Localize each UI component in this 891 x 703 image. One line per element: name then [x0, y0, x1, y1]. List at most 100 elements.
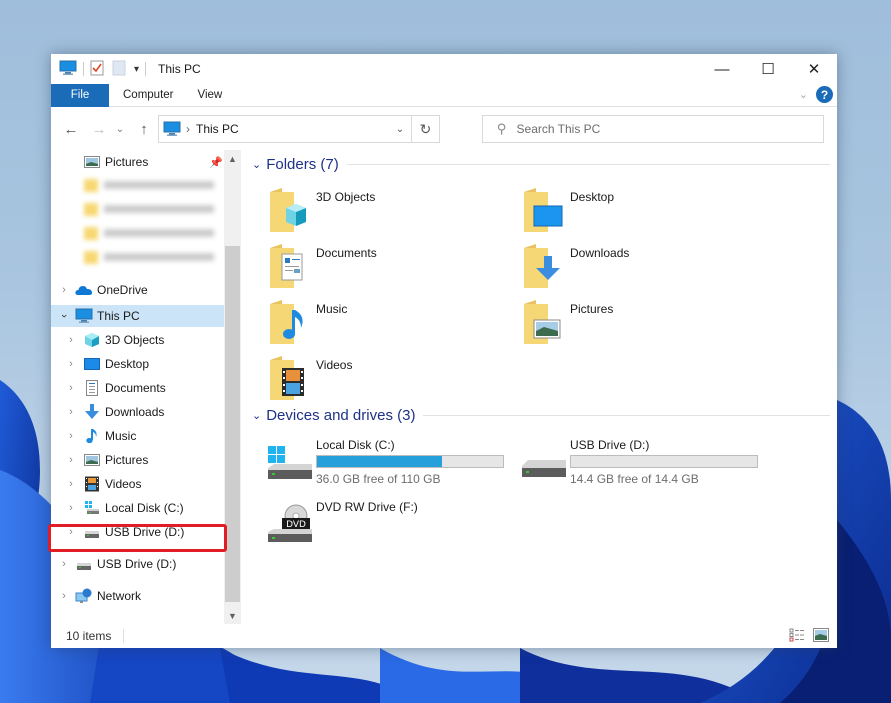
help-button[interactable]: ?	[816, 86, 833, 103]
scroll-up-arrow-icon[interactable]: ▲	[224, 150, 241, 167]
search-box[interactable]: ⚲ Search This PC	[482, 115, 824, 143]
up-button[interactable]: ↑	[133, 114, 155, 144]
sidebar-item-downloads[interactable]: › Downloads	[51, 401, 224, 423]
blurred-item[interactable]	[84, 249, 224, 265]
file-explorer-window: ▾ This PC — ☐ ✕ File Computer View ⌄ ? ←…	[51, 54, 837, 648]
sidebar-item-local-disk-c[interactable]: › Local Disk (C:)	[51, 497, 224, 519]
forward-button[interactable]: →	[87, 114, 111, 144]
minimize-button[interactable]: —	[699, 54, 745, 84]
drive-name: USB Drive (D:)	[570, 438, 650, 452]
folder-documents[interactable]: Documents	[268, 242, 508, 292]
folder-name: Downloads	[570, 246, 630, 260]
expand-chevron-icon[interactable]: ›	[66, 478, 76, 490]
collapse-chevron-icon[interactable]: ›	[58, 311, 70, 321]
customize-dropdown-icon[interactable]: ▾	[134, 64, 139, 75]
drive-usage-bar	[570, 455, 758, 468]
expand-chevron-icon[interactable]: ›	[66, 382, 76, 394]
folder-desktop[interactable]: Desktop	[522, 186, 762, 236]
expand-chevron-icon[interactable]: ›	[66, 334, 76, 346]
drives-group-header[interactable]: ⌄ Devices and drives (3)	[248, 407, 830, 424]
folder-downloads[interactable]: Downloads	[522, 242, 762, 292]
navigation-pane-scrollbar[interactable]: ▲ ▼	[224, 150, 241, 624]
sidebar-item-label: Pictures	[105, 453, 149, 467]
expand-chevron-icon[interactable]: ›	[66, 454, 76, 466]
drive-usb-drive-d[interactable]: USB Drive (D:) 14.4 GB free of 14.4 GB	[520, 438, 770, 488]
folder-name: Music	[316, 302, 348, 316]
folder-pictures[interactable]: Pictures	[522, 298, 762, 348]
expand-chevron-icon[interactable]: ›	[66, 502, 76, 514]
new-folder-icon[interactable]	[112, 60, 126, 79]
quick-access-item-pictures[interactable]: Pictures 📌	[51, 151, 224, 173]
back-button[interactable]: ←	[59, 114, 83, 144]
documents-icon	[268, 242, 316, 290]
window-controls: — ☐ ✕	[699, 54, 837, 84]
sidebar-item-usb-drive-d-root[interactable]: › USB Drive (D:)	[51, 553, 224, 575]
tab-file[interactable]: File	[51, 83, 109, 107]
network-icon	[75, 588, 92, 604]
tab-computer[interactable]: Computer	[109, 84, 188, 107]
sidebar-item-onedrive[interactable]: › OneDrive	[51, 279, 224, 301]
properties-icon[interactable]	[90, 60, 104, 79]
folder-3d-objects[interactable]: 3D Objects	[268, 186, 508, 236]
drives-group-title: Devices and drives (3)	[266, 407, 416, 424]
expand-chevron-icon[interactable]: ›	[59, 590, 69, 602]
folder-videos[interactable]: Videos	[268, 354, 508, 404]
expand-chevron-icon[interactable]: ›	[66, 406, 76, 418]
sidebar-item-desktop[interactable]: › Desktop	[51, 353, 224, 375]
drive-name: DVD RW Drive (F:)	[316, 500, 418, 514]
sidebar-item-label: This PC	[97, 309, 140, 323]
tab-view[interactable]: View	[188, 84, 237, 107]
sidebar-item-documents[interactable]: › Documents	[51, 377, 224, 399]
search-input[interactable]: Search This PC	[517, 122, 601, 136]
expand-chevron-icon[interactable]: ›	[66, 430, 76, 442]
address-bar[interactable]: › This PC ⌄ ↻	[158, 115, 440, 143]
expand-chevron-icon[interactable]: ›	[66, 358, 76, 370]
drive-name: Local Disk (C:)	[316, 438, 395, 452]
refresh-button[interactable]: ↻	[411, 116, 439, 142]
sidebar-item-pictures[interactable]: › Pictures	[51, 449, 224, 471]
quick-access-toolbar: ▾	[51, 54, 152, 84]
breadcrumb-separator[interactable]: ›	[186, 122, 190, 136]
folders-group-header[interactable]: ⌄ Folders (7)	[248, 156, 830, 173]
sidebar-item-label: 3D Objects	[105, 333, 165, 347]
sidebar-item-label: Local Disk (C:)	[105, 501, 184, 515]
pin-icon[interactable]: 📌	[209, 156, 223, 169]
sidebar-item-label: OneDrive	[97, 283, 148, 297]
sidebar-item-this-pc[interactable]: › This PC	[51, 305, 224, 327]
toolbar-separator	[145, 62, 147, 76]
item-count: 10 items	[66, 629, 125, 643]
folder-music[interactable]: Music	[268, 298, 508, 348]
maximize-button[interactable]: ☐	[745, 54, 791, 84]
sidebar-item-network[interactable]: › Network	[51, 585, 224, 607]
downloads-icon	[84, 404, 100, 420]
expand-chevron-icon[interactable]: ›	[59, 284, 69, 296]
sidebar-item-music[interactable]: › Music	[51, 425, 224, 447]
drive-dvd-rw-f[interactable]: DVD DVD RW Drive (F:)	[266, 500, 516, 550]
group-collapse-chevron-icon[interactable]: ⌄	[252, 409, 261, 422]
this-pc-icon[interactable]	[59, 60, 77, 79]
sidebar-item-label: Downloads	[105, 405, 165, 419]
title-bar: ▾ This PC — ☐ ✕	[51, 54, 837, 84]
expand-ribbon-chevron-icon[interactable]: ⌄	[799, 88, 808, 101]
blurred-item[interactable]	[84, 177, 224, 193]
breadcrumb-this-pc[interactable]: This PC	[196, 122, 239, 136]
large-icons-view-button[interactable]	[813, 628, 829, 645]
pictures-icon	[522, 298, 570, 346]
expand-chevron-icon[interactable]: ›	[59, 558, 69, 570]
group-collapse-chevron-icon[interactable]: ⌄	[252, 158, 261, 171]
address-dropdown-button[interactable]: ⌄	[389, 116, 411, 142]
recent-locations-button[interactable]: ⌄	[113, 114, 127, 144]
close-button[interactable]: ✕	[791, 54, 837, 84]
blurred-item[interactable]	[84, 201, 224, 217]
sidebar-item-3d-objects[interactable]: › 3D Objects	[51, 329, 224, 351]
drive-local-disk-c[interactable]: Local Disk (C:) 36.0 GB free of 110 GB	[266, 438, 516, 488]
scroll-down-arrow-icon[interactable]: ▼	[224, 607, 241, 624]
music-icon	[84, 428, 100, 444]
folder-name: Desktop	[570, 190, 615, 204]
sidebar-item-videos[interactable]: › Videos	[51, 473, 224, 495]
details-view-button[interactable]	[789, 628, 805, 645]
scrollbar-thumb[interactable]	[225, 246, 240, 602]
this-pc-icon	[163, 121, 181, 137]
pictures-icon	[84, 452, 100, 468]
blurred-item[interactable]	[84, 225, 224, 241]
